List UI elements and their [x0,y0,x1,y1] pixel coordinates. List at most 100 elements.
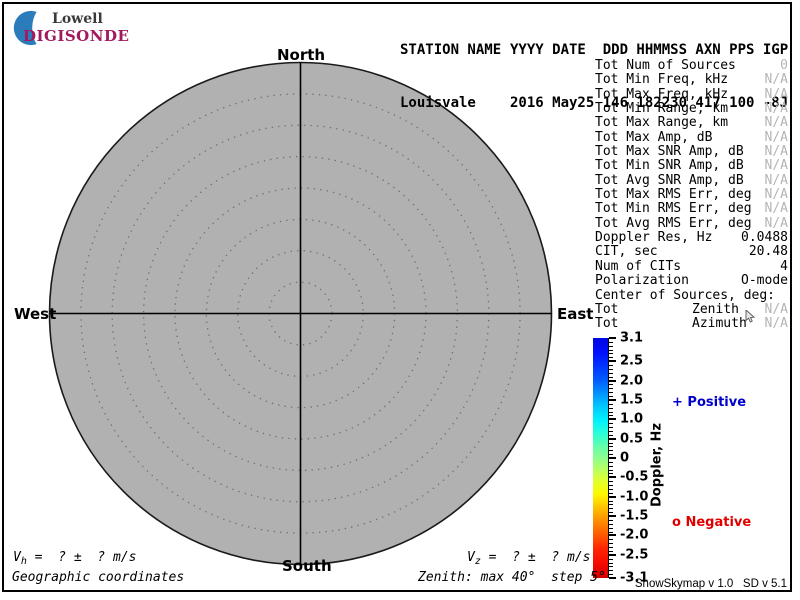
colorbar-minor-tick [609,377,613,378]
colorbar-tick-label: -1.0 [620,489,648,504]
stat-row: Tot Max Freq, kHz N/A [595,88,788,102]
compass-label-west: West [14,305,56,323]
stat-value: N/A [765,116,788,130]
colorbar-minor-tick [609,473,613,474]
colorbar-minor-tick [609,450,613,451]
colorbar-minor-tick [609,388,613,389]
logo-digisonde-text: DIGISONDE [23,27,129,45]
colorbar-major-tick [609,418,616,420]
colorbar-tick-label: -0.5 [620,470,648,485]
center-row-zenith: Tot Zenith N/A [595,303,788,317]
colorbar-tick-label: -2.0 [620,528,648,543]
colorbar-minor-tick [609,543,613,544]
stat-label: Polarization [595,274,689,288]
doppler-colorbar: 3.12.52.01.51.00.50-0.5-1.0-1.5-2.0-2.5-… [593,338,793,580]
colorbar-tick-label: -2.5 [620,547,648,562]
zenith-step-note: Zenith: max 40° step 5° [418,570,606,585]
colorbar-minor-tick [609,384,613,385]
colorbar-major-tick [609,457,616,459]
showskymap-window: Lowell DIGISONDE STATION NAME YYYY DATE … [0,0,800,600]
colorbar-minor-tick [609,404,613,405]
stat-label: Tot Min Range, km [595,102,728,116]
stat-row: Tot Min Range, km N/A [595,102,788,116]
stat-label: Tot Avg RMS Err, deg [595,217,752,231]
stat-value: N/A [765,145,788,159]
stat-label: Tot Max RMS Err, deg [595,188,752,202]
stat-value: 0 [780,59,788,73]
stat-value: 20.48 [749,245,788,259]
colorbar-tick-label: 0.5 [620,431,643,446]
stat-row: Polarization O-mode [595,274,788,288]
colorbar-minor-tick [609,574,613,575]
colorbar-minor-tick [609,489,613,490]
colorbar-major-tick [609,399,616,401]
stat-row: Tot Avg SNR Amp, dB N/A [595,174,788,188]
colorbar-tick-label: 3.1 [620,331,643,346]
center-row-azimuth: Tot Azimuth N/A [595,317,788,331]
stat-value: O-mode [741,274,788,288]
colorbar-minor-tick [609,524,613,525]
stat-label: Tot Max Amp, dB [595,131,712,145]
colorbar-minor-tick [609,539,613,540]
stat-value: N/A [765,317,788,331]
colorbar-major-tick [609,554,616,556]
colorbar-major-tick [609,360,616,362]
colorbar-minor-tick [609,466,613,467]
compass-label-north: North [277,46,325,64]
stat-row: Tot Avg RMS Err, deg N/A [595,217,788,231]
stat-row: Tot Min SNR Amp, dB N/A [595,159,788,173]
stat-row: Tot Max RMS Err, deg N/A [595,188,788,202]
colorbar-minor-tick [609,350,613,351]
stat-label: Tot Avg SNR Amp, dB [595,174,744,188]
stat-row: Tot Num of Sources 0 [595,59,788,73]
colorbar-minor-tick [609,431,613,432]
stat-value: N/A [765,159,788,173]
stat-value: N/A [765,188,788,202]
colorbar-tick-label: 0 [620,451,629,466]
colorbar-minor-tick [609,415,613,416]
stat-label: Tot Min SNR Amp, dB [595,159,744,173]
stat-row: Tot Max SNR Amp, dB N/A [595,145,788,159]
stat-label: Tot [595,317,692,331]
header-labels-row: STATION NAME YYYY DATE DDD HHMMSS AXN PP… [400,42,788,60]
colorbar-major-tick [609,577,616,579]
colorbar-minor-tick [609,342,613,343]
logo-lowell-text: Lowell [52,11,103,27]
colorbar-major-tick [609,337,616,339]
colorbar-major-tick [609,496,616,498]
colorbar-minor-tick [609,470,613,471]
stat-row: Doppler Res, Hz 0.0488 [595,231,788,245]
colorbar-minor-tick [609,570,613,571]
colorbar-minor-tick [609,369,613,370]
stat-row: Tot Min Freq, kHz N/A [595,73,788,87]
colorbar-minor-tick [609,396,613,397]
colorbar-minor-tick [609,408,613,409]
colorbar-major-tick [609,476,616,478]
stat-row: Tot Min RMS Err, deg N/A [595,202,788,216]
station-name-value: Louisvale [400,95,510,113]
colorbar-tick-label: -1.5 [620,509,648,524]
doppler-axis-label: Doppler, Hz [650,423,665,507]
colorbar-tick-label: 1.5 [620,392,643,407]
colorbar-minor-tick [609,508,613,509]
stat-label: Doppler Res, Hz [595,231,712,245]
colorbar-tick-label: 1.0 [620,412,643,427]
colorbar-minor-tick [609,485,613,486]
colorbar-tick-label: 2.0 [620,373,643,388]
colorbar-minor-tick [609,481,613,482]
colorbar-minor-tick [609,346,613,347]
compass-label-south: South [282,557,330,575]
stat-label: Tot Max Freq, kHz [595,88,728,102]
stat-label: Tot [595,303,692,317]
colorbar-minor-tick [609,528,613,529]
stats-panel: Tot Num of Sources 0 Tot Min Freq, kHz N… [595,59,788,332]
colorbar-minor-tick [609,373,613,374]
colorbar-minor-tick [609,547,613,548]
stat-value: N/A [765,102,788,116]
colorbar-minor-tick [609,551,613,552]
colorbar-minor-tick [609,365,613,366]
colorbar-minor-tick [609,353,613,354]
negative-legend: o Negative [672,515,751,530]
colorbar-minor-tick [609,357,613,358]
colorbar-minor-tick [609,423,613,424]
